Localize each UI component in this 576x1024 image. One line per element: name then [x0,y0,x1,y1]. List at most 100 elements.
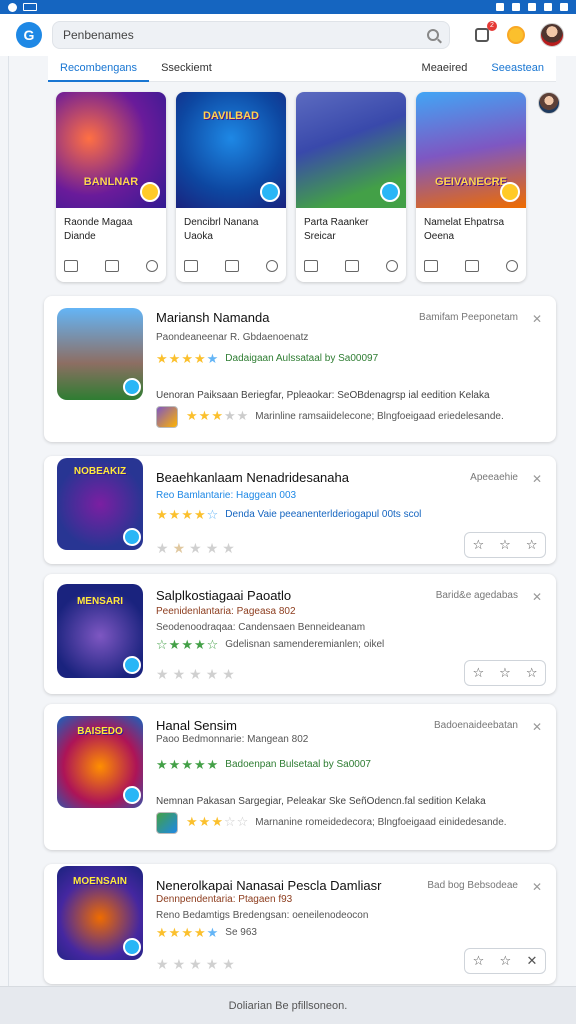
app-title[interactable]: Hanal Sensim [156,718,237,733]
download-icon[interactable] [105,260,119,272]
heart-icon[interactable] [386,260,398,272]
app-logo[interactable]: G [16,22,42,48]
download-icon[interactable] [225,260,239,272]
star-icon[interactable]: ★ [222,666,235,683]
share-icon[interactable] [184,260,198,272]
star-icon: ★ [156,351,168,366]
star-icon[interactable]: ☆ [499,537,511,553]
user-rating[interactable]: ★ ★ ★ ★ ★ [156,956,235,973]
heart-icon[interactable] [266,260,278,272]
star-icon: ★ [206,925,219,940]
star-icon: ★ [168,925,181,940]
download-icon[interactable] [465,260,479,272]
heart-icon[interactable] [146,260,158,272]
search-input[interactable] [63,28,393,42]
badge-icon [123,786,141,804]
list-item[interactable]: MOENSAIN Nenerolkapai Nanasai Pescla Dam… [44,864,556,984]
download-icon[interactable] [345,260,359,272]
rating-text: Denda Vaie peeanenterlderiogapul 00ts sc… [225,509,422,520]
app-icon: MOENSAIN [57,866,143,960]
star-icon: ★ [206,351,219,366]
star-icon[interactable]: ★ [222,540,235,557]
rating-text: Badoenpan Bulsetaal by Sa0007 [225,759,371,770]
user-avatar[interactable] [540,23,564,47]
bookmark-icon[interactable]: ☆ [526,537,538,553]
bookmark-icon[interactable]: ☆ [526,665,538,681]
card-subtitle: Uaoka [184,231,213,242]
star-icon: ☆ [156,637,168,652]
star-icon[interactable]: ★ [173,540,186,557]
favorite-icon[interactable]: ☆ [473,537,485,553]
star-icon[interactable]: ☆ [500,953,512,969]
rating-text: Se 963 [225,927,257,938]
profile-avatar[interactable] [538,92,560,114]
tab-third[interactable]: Meaeired [410,56,480,82]
star-icon: ★ [193,925,206,940]
list-item[interactable]: BAISEDO Hanal Sensim Badoenaideebatan ✕ … [44,704,556,850]
star-icon[interactable]: ★ [156,956,169,973]
favorite-icon[interactable]: ☆ [473,665,485,681]
share-icon[interactable] [64,260,78,272]
star-icon[interactable]: ★ [206,540,219,557]
user-rating[interactable]: ★ ★ ★ ★ ★ [156,540,235,557]
close-icon[interactable]: ✕ [532,880,542,894]
featured-row: BANLNAR Raonde Magaa Diande DAVILBAD Denc… [56,92,526,282]
featured-card[interactable]: GEIVANECRE Namelat Ehpatrsa Oeena [416,92,526,282]
close-icon[interactable]: ✕ [532,312,542,326]
app-title[interactable]: Mariansh Namanda [156,310,269,325]
featured-card[interactable]: BANLNAR Raonde Magaa Diande [56,92,166,282]
star-icon[interactable]: ☆ [499,665,511,681]
star-icon[interactable]: ★ [189,956,202,973]
star-icon[interactable]: ★ [189,666,202,683]
star-icon: ★ [198,814,211,829]
star-icon: ☆ [206,637,219,652]
star-icon[interactable]: ★ [173,956,186,973]
app-icon: MENSARI [57,584,143,678]
app-title[interactable]: Salplkostiagaai Paoatlo [156,588,291,603]
notifications-button[interactable]: 2 [472,21,497,45]
close-icon[interactable]: ✕ [532,720,542,734]
heart-icon[interactable] [506,260,518,272]
bookmark-icon[interactable]: ✕ [526,953,537,969]
featured-card[interactable]: DAVILBAD Dencibrl Nanana Uaoka [176,92,286,282]
app-title[interactable]: Nenerolkapai Nanasai Pescla Damliasr [156,878,381,893]
search-bar[interactable] [52,21,450,49]
footer-text[interactable]: Doliarian Be pfillsoneon. [229,1000,348,1012]
favorite-icon[interactable]: ☆ [473,953,485,969]
coins-button[interactable] [506,25,526,45]
share-icon[interactable] [304,260,318,272]
tab-second[interactable]: Sseckiemt [149,56,224,82]
share-icon[interactable] [424,260,438,272]
tab-recommended[interactable]: Recombengans [48,56,150,82]
tab-fourth[interactable]: Seeastean [479,56,556,82]
game-art: DAVILBAD [176,92,286,208]
star-icon: ★ [236,408,249,423]
star-icon[interactable]: ★ [222,956,235,973]
star-icon[interactable]: ★ [206,666,219,683]
star-icon: ★ [181,351,193,366]
card-title: Dencibrl Nanana [184,217,259,228]
star-icon[interactable]: ★ [156,540,169,557]
star-icon[interactable]: ★ [156,666,169,683]
user-rating[interactable]: ★ ★ ★ ★ ★ [156,666,235,683]
card-subtitle: Oeena [424,231,455,242]
close-icon[interactable]: ✕ [532,472,542,486]
star-icon[interactable]: ★ [173,666,186,683]
search-icon[interactable] [427,29,439,41]
star-icon[interactable]: ★ [189,540,202,557]
art-title: DAVILBAD [202,110,259,122]
badge-icon [140,182,160,202]
featured-card[interactable]: Parta Raanker Sreicar [296,92,406,282]
list-item[interactable]: MENSARI Salplkostiagaai Paoatlo Barid&e … [44,574,556,694]
star-icon[interactable]: ★ [206,956,219,973]
app-meta: Bamifam Peeponetam [419,312,518,323]
clock-icon [528,3,536,11]
star-icon: ★ [206,757,219,772]
app-title[interactable]: Beaehkanlaam Nenadridesanaha [156,470,349,485]
list-item[interactable]: Mariansh Namanda Bamifam Peeponetam ✕ Pa… [44,296,556,442]
star-icon: ☆ [206,507,219,522]
list-item[interactable]: NOBEAKIZ Beaehkanlaam Nenadridesanaha Ap… [44,456,556,564]
close-icon[interactable]: ✕ [532,590,542,604]
app-subtitle: Peenidenlantaria: Pageasa 802 [156,606,296,617]
app-icon [57,308,143,400]
